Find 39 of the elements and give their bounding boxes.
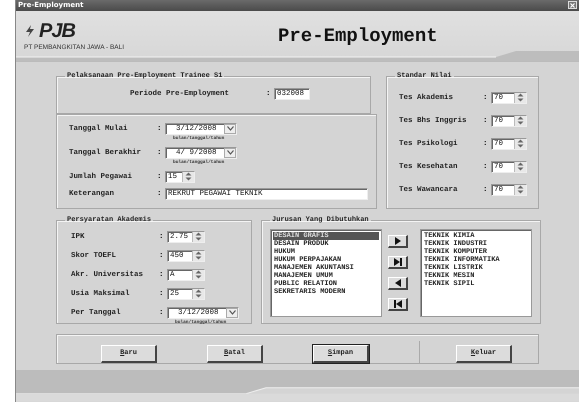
spinner-button[interactable] <box>182 172 194 182</box>
spinner-button[interactable] <box>192 232 204 242</box>
move-button[interactable] <box>388 277 408 290</box>
spinner-button[interactable] <box>192 270 204 280</box>
chevron-down-icon <box>226 150 234 156</box>
up-down-arrows-icon <box>517 93 524 102</box>
chevron-down-icon <box>228 310 236 316</box>
up-down-arrows-icon <box>195 251 202 260</box>
form-title: Pre-Employment <box>278 25 438 48</box>
spinner-button[interactable] <box>514 92 526 103</box>
up-down-arrows-icon <box>517 139 524 148</box>
up-down-arrows-icon <box>517 185 524 194</box>
move-button[interactable] <box>388 235 408 248</box>
up-down-arrows-icon <box>185 172 192 182</box>
dropdown-button[interactable] <box>224 124 236 134</box>
dropdown-button[interactable] <box>224 148 236 158</box>
left-arrow-icon <box>392 278 402 288</box>
up-down-arrows-icon <box>195 289 202 298</box>
close-button[interactable] <box>568 1 577 10</box>
right-arrow-icon <box>392 236 402 246</box>
up-down-arrows-icon <box>195 232 202 242</box>
spinner-button[interactable] <box>514 184 526 195</box>
spinner-button[interactable] <box>514 162 526 172</box>
chevron-down-icon <box>226 126 234 132</box>
spinner-button[interactable] <box>514 138 526 149</box>
up-down-arrows-icon <box>195 270 202 280</box>
spinner-button[interactable] <box>514 116 526 126</box>
dropdown-button[interactable] <box>226 308 238 318</box>
up-down-arrows-icon <box>517 162 524 172</box>
move-button[interactable] <box>388 298 408 312</box>
move-button[interactable] <box>388 256 408 270</box>
arrow-to-start-icon <box>392 299 402 310</box>
lightning-icon <box>24 24 36 37</box>
close-icon <box>570 2 575 8</box>
arrow-to-end-icon <box>392 257 402 268</box>
up-down-arrows-icon <box>517 116 524 126</box>
spinner-button[interactable] <box>192 288 204 299</box>
spinner-button[interactable] <box>192 250 204 261</box>
company-logo: PJB <box>39 22 75 40</box>
